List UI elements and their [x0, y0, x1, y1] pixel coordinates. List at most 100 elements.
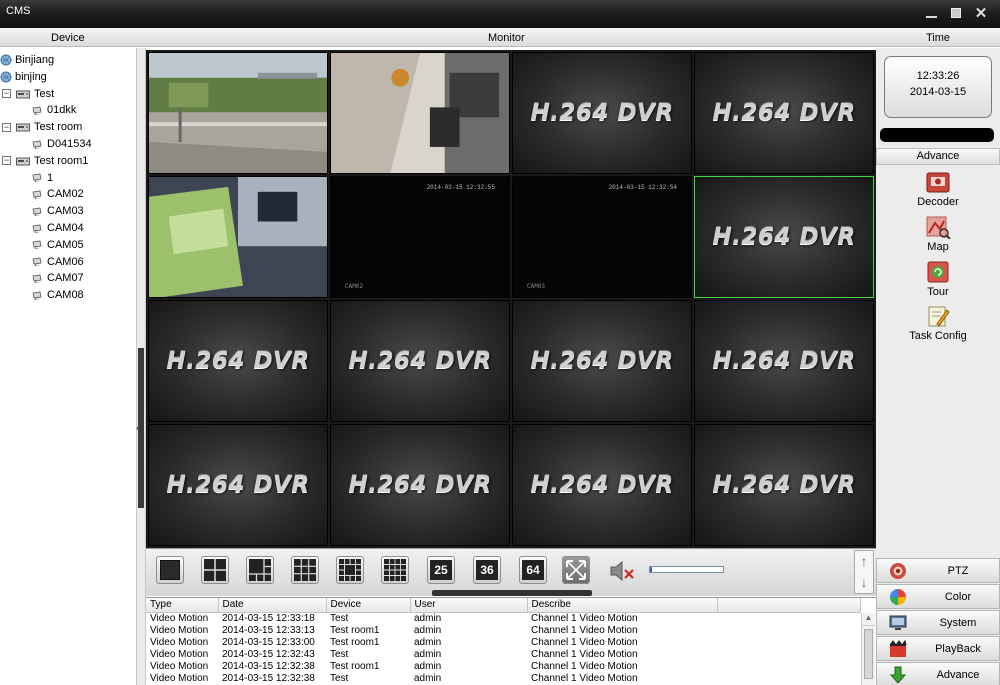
- log-toggle-handle[interactable]: [432, 590, 592, 596]
- layout-4-button[interactable]: [201, 556, 229, 584]
- close-button[interactable]: ✕: [972, 4, 990, 22]
- color-button[interactable]: Color: [876, 584, 1000, 609]
- camera-feed-image: [331, 53, 509, 173]
- video-cell[interactable]: H.264 DVR: [512, 424, 692, 546]
- tree-group[interactable]: Binjiang: [0, 52, 54, 68]
- collapse-arrow-icon[interactable]: ‹: [136, 420, 140, 435]
- scroll-up-icon[interactable]: ↑: [855, 551, 873, 572]
- layout-9-button[interactable]: [291, 556, 319, 584]
- log-scroll-up-icon[interactable]: ▲: [862, 613, 875, 626]
- video-cell[interactable]: H.264 DVR: [148, 424, 328, 546]
- panel-splitter[interactable]: ‹: [136, 48, 146, 685]
- log-scroll-thumb[interactable]: [864, 629, 873, 679]
- collapse-toggle-icon[interactable]: −: [2, 89, 11, 99]
- video-cell[interactable]: 2014-03-15 12:32:55 CAM02: [330, 176, 510, 298]
- tree-device[interactable]: − Test room1: [2, 153, 88, 169]
- log-column-header[interactable]: Device: [326, 598, 411, 613]
- toolbar-scroll[interactable]: ↑ ↓: [854, 550, 874, 594]
- log-cell-filler: [717, 649, 861, 661]
- tree-camera[interactable]: CAM02: [32, 186, 84, 202]
- layout-64-button[interactable]: 64: [519, 556, 547, 584]
- mute-icon[interactable]: [608, 559, 636, 583]
- no-video-placeholder: H.264 DVR: [712, 100, 856, 126]
- log-cell: Test room1: [330, 624, 380, 636]
- dvr-icon: [16, 90, 30, 99]
- video-cell[interactable]: H.264 DVR: [694, 52, 874, 174]
- video-cell[interactable]: H.264 DVR: [694, 300, 874, 422]
- layout-6-button[interactable]: [246, 556, 274, 584]
- video-cell[interactable]: H.264 DVR: [330, 424, 510, 546]
- tree-camera[interactable]: CAM03: [32, 203, 84, 219]
- log-cell: Channel 1 Video Motion: [531, 624, 638, 636]
- clock-time: 12:33:26: [916, 70, 960, 82]
- tree-camera[interactable]: CAM05: [32, 237, 84, 253]
- task-config-button[interactable]: Task Config: [876, 304, 1000, 342]
- tree-camera[interactable]: 1: [32, 170, 53, 186]
- system-button[interactable]: System: [876, 610, 1000, 635]
- video-cell[interactable]: H.264 DVR: [512, 300, 692, 422]
- camera-feed-image: [149, 53, 327, 173]
- log-row[interactable]: Video Motion 2014-03-15 12:32:43 Test admin…: [146, 649, 861, 661]
- tree-camera[interactable]: CAM06: [32, 254, 84, 270]
- log-row[interactable]: Video Motion 2014-03-15 12:33:18 Test admin…: [146, 612, 861, 625]
- video-cell[interactable]: [148, 176, 328, 298]
- clock-date: 2014-03-15: [909, 86, 967, 98]
- map-button[interactable]: Map: [876, 215, 1000, 253]
- tree-camera[interactable]: CAM07: [32, 270, 84, 286]
- minimize-button[interactable]: [922, 4, 940, 22]
- video-cell[interactable]: [330, 52, 510, 174]
- video-cell[interactable]: H.264 DVR: [512, 52, 692, 174]
- decoder-button[interactable]: Decoder: [876, 170, 1000, 208]
- log-column-header[interactable]: Type: [146, 598, 219, 613]
- color-label: Color: [944, 591, 972, 603]
- log-row[interactable]: Video Motion 2014-03-15 12:32:38 Test admin…: [146, 673, 861, 685]
- maximize-button[interactable]: [947, 4, 965, 22]
- layout-10-button[interactable]: [336, 556, 364, 584]
- tree-node-label: CAM05: [47, 238, 84, 251]
- log-row[interactable]: Video Motion 2014-03-15 12:33:13 Test room…: [146, 625, 861, 637]
- video-cell[interactable]: [148, 52, 328, 174]
- video-cell[interactable]: H.264 DVR: [148, 300, 328, 422]
- tree-camera[interactable]: CAM08: [32, 287, 84, 303]
- log-cell: Test: [330, 672, 349, 684]
- log-column-header[interactable]: Describe: [527, 598, 718, 613]
- layout-25-button[interactable]: 25: [427, 556, 455, 584]
- camera-feed-image: [149, 177, 327, 297]
- layout-36-button[interactable]: 36: [473, 556, 501, 584]
- tree-device[interactable]: − Test: [2, 86, 54, 102]
- log-cell: Channel 1 Video Motion: [531, 648, 638, 660]
- tree-node-label: Test room: [34, 121, 83, 134]
- advance-menu-button[interactable]: Advance: [876, 662, 1000, 685]
- tree-camera[interactable]: D041534: [32, 136, 92, 152]
- playback-button[interactable]: PlayBack: [876, 636, 1000, 661]
- camera-icon: [32, 173, 42, 183]
- clock-display: 12:33:26 2014-03-15: [884, 56, 992, 118]
- tree-camera[interactable]: CAM04: [32, 220, 84, 236]
- log-column-header[interactable]: User: [410, 598, 528, 613]
- fullscreen-button[interactable]: [562, 556, 590, 584]
- tour-button[interactable]: Tour: [876, 260, 1000, 298]
- log-column-filler: [717, 598, 861, 613]
- tree-node-label: CAM06: [47, 255, 84, 268]
- tree-camera[interactable]: 01dkk: [32, 102, 76, 118]
- tree-device[interactable]: − Test room: [2, 119, 82, 135]
- collapse-toggle-icon[interactable]: −: [2, 122, 11, 132]
- tree-group[interactable]: binjing: [0, 69, 47, 85]
- log-cell: Test: [330, 612, 349, 624]
- log-scrollbar[interactable]: ▲: [861, 613, 875, 685]
- video-cell[interactable]: H.264 DVR: [694, 424, 874, 546]
- scroll-down-icon[interactable]: ↓: [855, 572, 873, 593]
- video-cell[interactable]: 2014-03-15 12:32:54 CAM03: [512, 176, 692, 298]
- volume-slider[interactable]: [649, 566, 724, 573]
- log-cell: admin: [414, 612, 442, 624]
- collapse-toggle-icon[interactable]: −: [2, 156, 11, 166]
- video-cell[interactable]: H.264 DVR: [694, 176, 874, 298]
- log-column-header[interactable]: Date: [218, 598, 327, 613]
- tree-node-label: Test: [34, 87, 55, 100]
- layout-16-button[interactable]: [381, 556, 409, 584]
- ptz-button[interactable]: PTZ: [876, 558, 1000, 583]
- log-row[interactable]: Video Motion 2014-03-15 12:32:38 Test room…: [146, 661, 861, 673]
- layout-1-button[interactable]: [156, 556, 184, 584]
- video-cell[interactable]: H.264 DVR: [330, 300, 510, 422]
- log-row[interactable]: Video Motion 2014-03-15 12:33:00 Test room…: [146, 637, 861, 649]
